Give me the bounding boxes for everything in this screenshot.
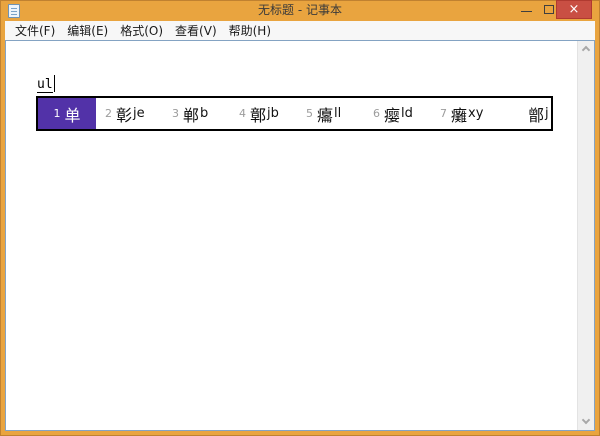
candidate-number: 3	[172, 107, 179, 120]
candidate-number: 6	[373, 107, 380, 120]
notepad-window: 无标题 - 记事本 × 文件(F) 编辑(E) 格式(O) 查看(V) 帮助(H…	[0, 0, 600, 436]
candidate-code: jb	[267, 106, 279, 121]
candidate-number: 7	[440, 107, 447, 120]
ime-candidate[interactable]: 6 瘿 ld	[364, 98, 431, 129]
ime-candidate[interactable]: 3 郸 b	[163, 98, 230, 129]
candidate-char: 癱	[451, 102, 467, 126]
scroll-down-button[interactable]	[578, 413, 595, 430]
maximize-icon	[544, 5, 554, 14]
candidate-code: ld	[401, 106, 413, 121]
ime-candidate-clipped[interactable]: 鄫 j	[498, 98, 549, 129]
scroll-up-button[interactable]	[578, 41, 595, 58]
candidate-code: j	[545, 106, 549, 121]
ime-candidate[interactable]: 2 彰 je	[96, 98, 163, 129]
candidate-code: je	[133, 106, 145, 121]
candidate-char: 瘿	[384, 102, 400, 126]
candidate-code: b	[200, 106, 208, 121]
vertical-scrollbar[interactable]	[577, 41, 594, 430]
candidate-code: ll	[334, 106, 341, 121]
candidate-char: 鄣	[250, 102, 266, 126]
text-caret	[54, 75, 55, 92]
text-editor[interactable]: ul 1 单 2 彰 je 3 郸 b 4 鄣 jb 5	[5, 40, 595, 431]
minimize-button[interactable]	[516, 0, 538, 19]
menu-help[interactable]: 帮助(H)	[223, 20, 277, 41]
candidate-code: xy	[468, 106, 483, 121]
titlebar[interactable]: 无标题 - 记事本 ×	[0, 0, 600, 21]
menu-file[interactable]: 文件(F)	[9, 20, 61, 41]
candidate-char: 郸	[183, 102, 199, 126]
ime-candidate[interactable]: 5 癟 ll	[297, 98, 364, 129]
candidate-char: 单	[64, 102, 80, 126]
candidate-number: 2	[105, 107, 112, 120]
menu-view[interactable]: 查看(V)	[169, 20, 223, 41]
candidate-char: 鄫	[528, 102, 544, 126]
ime-composition-text: ul	[37, 77, 53, 93]
menu-format[interactable]: 格式(O)	[114, 20, 169, 41]
close-icon: ×	[569, 2, 580, 17]
chevron-down-icon	[582, 416, 590, 424]
ime-candidate-window: 1 单 2 彰 je 3 郸 b 4 鄣 jb 5 癟 ll	[36, 96, 553, 131]
menubar: 文件(F) 编辑(E) 格式(O) 查看(V) 帮助(H)	[5, 21, 595, 40]
ime-candidate-selected[interactable]: 1 单	[38, 98, 96, 129]
menu-edit[interactable]: 编辑(E)	[61, 20, 114, 41]
candidate-char: 彰	[116, 102, 132, 126]
ime-candidate[interactable]: 7 癱 xy	[431, 98, 498, 129]
candidate-number: 4	[239, 107, 246, 120]
minimize-icon	[521, 11, 532, 12]
candidate-number: 1	[53, 107, 60, 120]
candidate-char: 癟	[317, 102, 333, 126]
ime-candidate[interactable]: 4 鄣 jb	[230, 98, 297, 129]
close-button[interactable]: ×	[556, 0, 592, 19]
notepad-icon[interactable]	[8, 4, 20, 18]
chevron-up-icon	[582, 46, 590, 54]
window-title: 无标题 - 记事本	[100, 0, 500, 21]
candidate-number: 5	[306, 107, 313, 120]
